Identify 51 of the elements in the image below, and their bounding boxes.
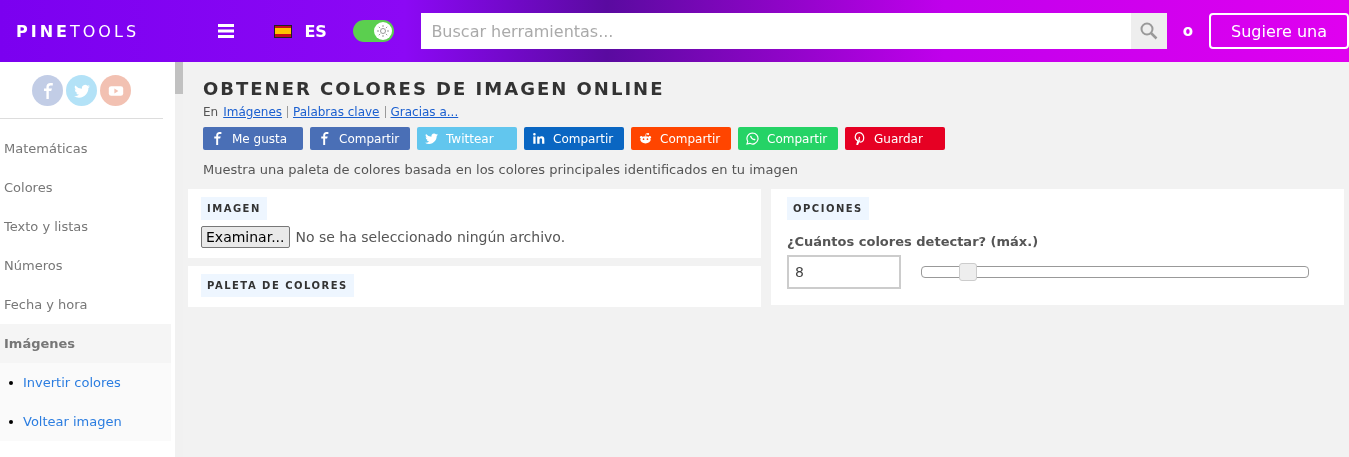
sidebar-link[interactable]: Invertir colores [23,363,121,402]
language-selector[interactable]: ES [304,21,327,41]
suggest-button[interactable]: Sugiere una [1209,13,1349,49]
whatsapp-icon [746,132,759,145]
share-button[interactable]: Compartir [310,127,410,150]
bird-icon [425,132,438,145]
share-button[interactable]: Me gusta [203,127,303,150]
slider-thumb[interactable] [958,263,977,281]
breadcrumb-link[interactable]: Palabras clave [293,105,380,119]
menu-icon[interactable] [217,24,234,38]
video-icon[interactable] [100,75,131,106]
share-button[interactable]: Compartir [524,127,624,150]
sidebar-item[interactable]: Matemáticas [0,129,175,168]
field-label: ¿Cuántos colores detectar? (máx.) [787,234,1040,249]
number-field[interactable]: 8 [787,255,901,289]
bullet-icon [9,380,13,385]
header-text: o [1182,22,1193,40]
search-button[interactable] [1130,13,1167,49]
bullet-icon [9,419,13,424]
slider-track[interactable] [921,266,1309,278]
breadcrumb-label: En [203,105,219,119]
panel-heading: PALETA DE COLORES [201,274,354,297]
flag-icon [273,24,293,38]
sidebar-item[interactable]: Colores [0,168,175,207]
facebook-icon[interactable] [32,75,63,106]
share-button[interactable]: Compartir [631,127,731,150]
browse-button[interactable]: Examinar... [201,226,290,248]
sun-icon [377,25,390,37]
linkedin-icon [532,132,545,145]
search-icon [1139,22,1158,40]
file-status: No se ha seleccionado ningún archivo. [295,229,566,245]
reddit-icon [639,132,652,145]
page-title: OBTENER COLORES DE IMAGEN ONLINE [203,78,665,99]
description-text: Muestra una paleta de colores basada en los colores principales identificados en tu imagen [203,162,799,177]
sidebar-item[interactable]: Fecha y hora [0,285,175,324]
panel-heading: IMAGEN [201,197,267,220]
sidebar-item[interactable]: Texto y listas [0,207,175,246]
sidebar-item[interactable]: Imágenes [0,324,171,363]
sidebar-link[interactable]: Voltear imagen [23,402,122,441]
scrollbar-thumb[interactable] [175,62,183,94]
panel-heading: OPCIONES [787,197,869,220]
facebook-icon [318,132,331,145]
share-button[interactable]: Guardar [845,127,945,150]
bird-icon[interactable] [66,75,97,106]
breadcrumb-link[interactable]: Imágenes [223,105,282,119]
facebook-icon [211,132,224,145]
theme-toggle[interactable] [352,20,395,42]
pinterest-icon [853,132,866,145]
sidebar-item[interactable]: Números [0,246,175,285]
breadcrumb-link[interactable]: Gracias a... [390,105,459,119]
logo[interactable]: PINETOOLS [16,21,184,41]
